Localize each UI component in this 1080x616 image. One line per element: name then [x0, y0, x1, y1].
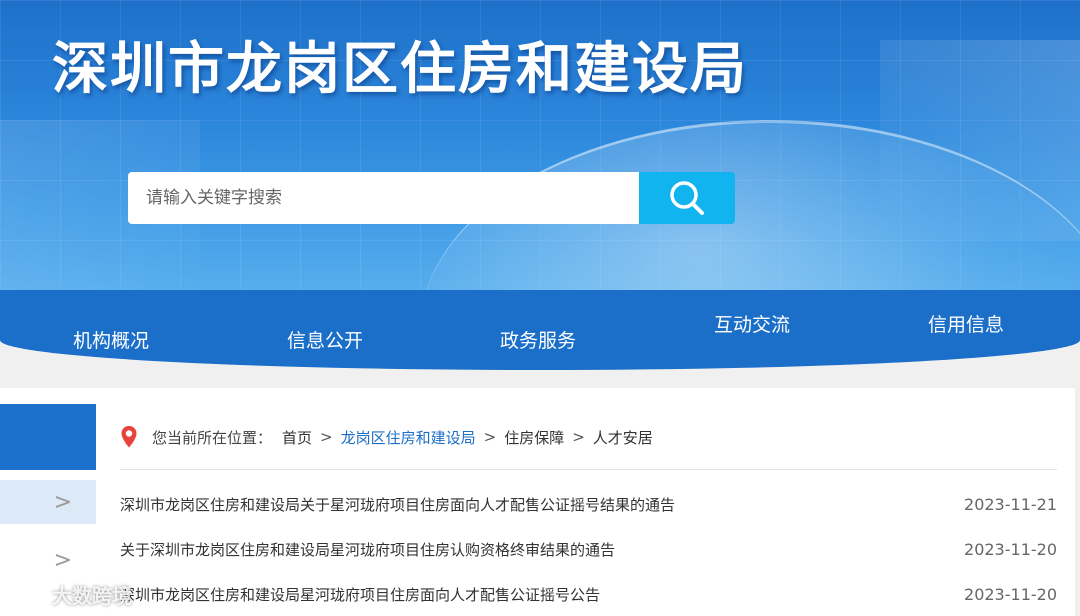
nav-item-interaction[interactable]: 互动交流 — [714, 310, 790, 337]
news-title-link[interactable]: 关于深圳市龙岗区住房和建设局星河珑府项目住房认购资格终审结果的通告 — [120, 539, 615, 560]
location-pin-icon — [121, 426, 137, 448]
breadcrumb-home[interactable]: 首页 — [282, 427, 312, 448]
main-nav: 机构概况 信息公开 政务服务 互动交流 信用信息 — [0, 290, 1080, 370]
sidebar-item-2[interactable]: > — [0, 538, 96, 582]
list-item: 深圳市龙岗区住房和建设局关于星河珑府项目住房面向人才配售公证摇号结果的通告 20… — [120, 489, 1057, 519]
site-title: 深圳市龙岗区住房和建设局 — [52, 37, 748, 102]
nav-item-info-disclosure[interactable]: 信息公开 — [287, 326, 363, 353]
sidebar-item-1[interactable]: > — [0, 480, 96, 524]
breadcrumb-bureau[interactable]: 龙岗区住房和建设局 — [341, 427, 476, 448]
search-icon — [670, 181, 704, 215]
watermark-logo-icon — [6, 585, 42, 604]
news-title-link[interactable]: 深圳市龙岗区住房和建设局关于星河珑府项目住房面向人才配售公证摇号结果的通告 — [120, 494, 675, 515]
chevron-right-icon: > — [53, 547, 72, 573]
breadcrumb-housing-security[interactable]: 住房保障 — [504, 427, 564, 448]
watermark-text: 大数跨境 — [52, 584, 132, 608]
list-item: 深圳市龙岗区住房和建设局星河珑府项目住房面向人才配售公证摇号公告 2023-11… — [120, 579, 1057, 609]
breadcrumb-prefix: 您当前所在位置： — [152, 428, 273, 447]
breadcrumb-separator: > — [572, 428, 585, 446]
news-date: 2023-11-20 — [964, 584, 1057, 604]
breadcrumb: 您当前所在位置： 首页 > 龙岗区住房和建设局 > 住房保障 > 人才安居 — [120, 424, 653, 450]
breadcrumb-separator: > — [320, 428, 333, 446]
breadcrumb-separator: > — [483, 428, 497, 446]
header-banner: 深圳市龙岗区住房和建设局 — [0, 0, 1080, 300]
nav-item-org-overview[interactable]: 机构概况 — [73, 326, 149, 353]
nav-item-credit-info[interactable]: 信用信息 — [928, 310, 1004, 337]
news-date: 2023-11-21 — [964, 494, 1057, 514]
news-title-link[interactable]: 深圳市龙岗区住房和建设局星河珑府项目住房面向人才配售公证摇号公告 — [120, 584, 600, 605]
breadcrumb-talent-housing[interactable]: 人才安居 — [593, 427, 653, 448]
search-input[interactable] — [128, 172, 640, 224]
breadcrumb-divider — [120, 469, 1057, 470]
list-item: 关于深圳市龙岗区住房和建设局星河珑府项目住房认购资格终审结果的通告 2023-1… — [120, 534, 1057, 564]
nav-item-gov-services[interactable]: 政务服务 — [500, 326, 576, 353]
search-button[interactable] — [639, 172, 735, 224]
news-date: 2023-11-20 — [964, 539, 1057, 559]
watermark: 大数跨境 — [6, 580, 132, 609]
sidebar-header — [0, 404, 96, 470]
chevron-right-icon: > — [53, 489, 72, 515]
